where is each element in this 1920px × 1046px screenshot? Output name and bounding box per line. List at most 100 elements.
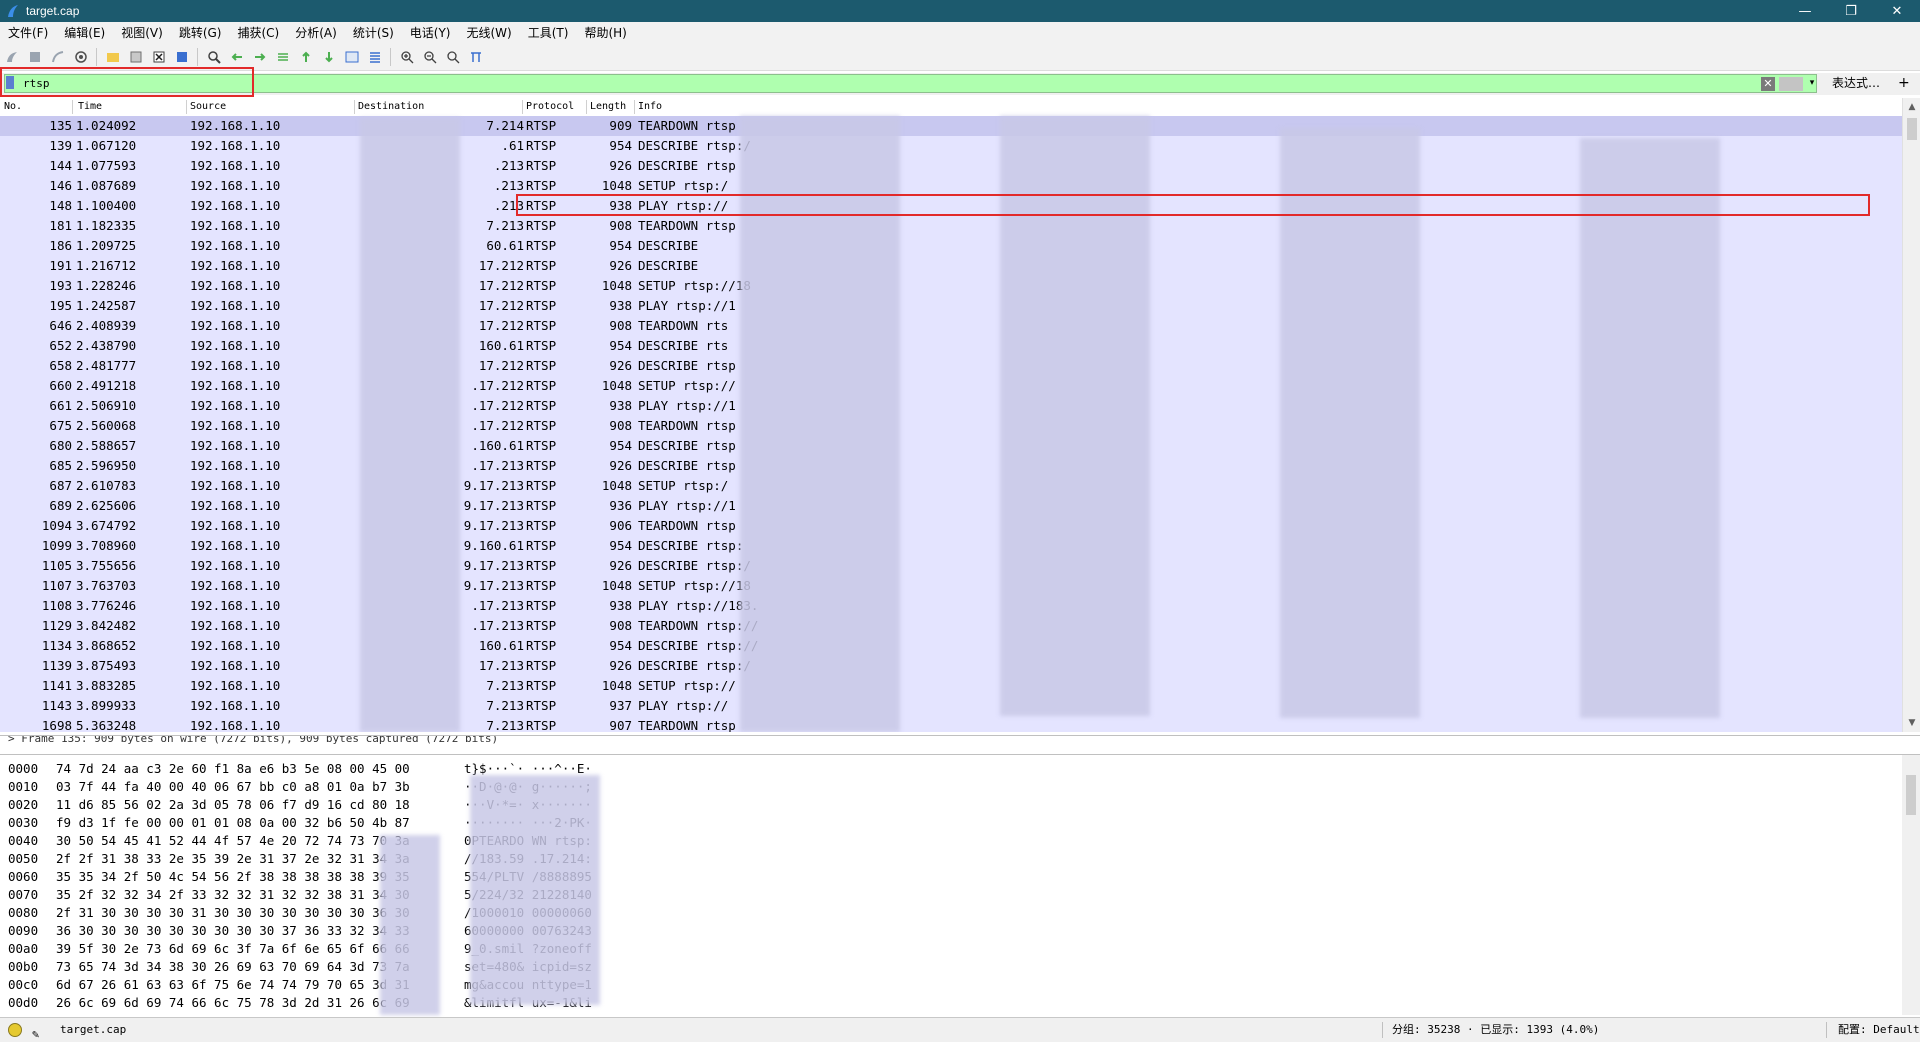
cell-length: 908 — [609, 218, 632, 233]
resize-columns-icon[interactable] — [465, 46, 487, 68]
cell-time: 3.899933 — [76, 698, 137, 713]
cell-info: PLAY rtsp://1 — [638, 298, 736, 313]
find-packet-icon[interactable] — [203, 46, 225, 68]
cell-no: 661 — [49, 398, 72, 413]
offset: 0060 — [8, 869, 39, 884]
col-header-info[interactable]: Info — [634, 98, 662, 116]
scroll-down-icon[interactable]: ▼ — [1903, 714, 1920, 732]
window-title: target.cap — [26, 4, 80, 18]
menu-help[interactable]: 帮助(H) — [576, 22, 634, 44]
cell-info: SETUP rtsp:// — [638, 378, 736, 393]
cell-source: 192.168.1.10 — [190, 658, 281, 673]
close-file-icon[interactable] — [148, 46, 170, 68]
cell-length: 908 — [609, 318, 632, 333]
capture-status-icon[interactable] — [8, 1023, 22, 1037]
go-first-icon[interactable] — [295, 46, 317, 68]
add-filter-button[interactable]: + — [1898, 74, 1910, 93]
column-divider[interactable] — [72, 100, 73, 114]
status-file-name: target.cap — [60, 1023, 127, 1036]
menu-view[interactable]: 视图(V) — [113, 22, 171, 44]
filter-expression-button[interactable]: 表达式… — [1832, 74, 1880, 93]
bytes-scrollbar[interactable] — [1902, 755, 1920, 1015]
close-button[interactable]: ✕ — [1874, 0, 1920, 22]
cell-length: 1048 — [601, 178, 632, 193]
col-header-time[interactable]: Time — [74, 98, 102, 116]
zoom-out-icon[interactable] — [419, 46, 441, 68]
status-bar: ✎ target.cap 分组: 35238 · 已显示: 1393 (4.0%… — [0, 1017, 1920, 1042]
cell-length: 954 — [609, 338, 632, 353]
menu-tools[interactable]: 工具(T) — [520, 22, 577, 44]
col-header-no[interactable]: No. — [0, 98, 22, 116]
cell-time: 2.610783 — [76, 478, 137, 493]
go-back-icon[interactable] — [226, 46, 248, 68]
cell-source: 192.168.1.10 — [190, 438, 281, 453]
cell-protocol: RTSP — [526, 578, 557, 593]
cell-no: 652 — [49, 338, 72, 353]
cell-source: 192.168.1.10 — [190, 178, 281, 193]
apply-filter-arrow-icon[interactable] — [1779, 77, 1803, 91]
edit-comment-icon[interactable]: ✎ — [32, 1022, 39, 1046]
reload-file-icon[interactable] — [171, 46, 193, 68]
menu-telephony[interactable]: 电话(Y) — [402, 22, 459, 44]
window-controls: — ❐ ✕ — [1782, 0, 1920, 22]
menu-statistics[interactable]: 统计(S) — [345, 22, 402, 44]
cell-length: 954 — [609, 538, 632, 553]
go-last-icon[interactable] — [318, 46, 340, 68]
cell-length: 1048 — [601, 478, 632, 493]
go-to-packet-icon[interactable] — [272, 46, 294, 68]
menu-edit[interactable]: 编辑(E) — [56, 22, 113, 44]
cell-no: 680 — [49, 438, 72, 453]
zoom-normal-icon[interactable] — [442, 46, 464, 68]
capture-options-icon[interactable] — [70, 46, 92, 68]
save-file-icon[interactable] — [125, 46, 147, 68]
minimize-button[interactable]: — — [1782, 0, 1828, 22]
menu-analyze[interactable]: 分析(A) — [287, 22, 345, 44]
display-filter-input[interactable]: rtsp — [4, 74, 1817, 93]
stop-capture-icon[interactable] — [24, 46, 46, 68]
cell-time: 2.596950 — [76, 458, 137, 473]
offset: 00a0 — [8, 941, 39, 956]
scroll-thumb[interactable] — [1907, 118, 1917, 140]
scroll-thumb[interactable] — [1906, 775, 1916, 815]
cell-info: DESCRIBE rtsp — [638, 438, 736, 453]
cell-time: 1.087689 — [76, 178, 137, 193]
autoscroll-icon[interactable] — [341, 46, 363, 68]
clear-filter-icon[interactable]: ✕ — [1761, 77, 1775, 91]
cell-length: 926 — [609, 358, 632, 373]
menu-go[interactable]: 跳转(G) — [171, 22, 230, 44]
start-capture-icon[interactable] — [1, 46, 23, 68]
hex-bytes: 35 2f 32 32 34 2f 33 32 32 31 32 32 38 3… — [56, 887, 410, 902]
col-header-source[interactable]: Source — [186, 98, 226, 116]
menu-file[interactable]: 文件(F) — [0, 22, 56, 44]
cell-source: 192.168.1.10 — [190, 638, 281, 653]
go-forward-icon[interactable] — [249, 46, 271, 68]
cell-source: 192.168.1.10 — [190, 478, 281, 493]
filter-history-chevron-down-icon[interactable]: ▾ — [1807, 76, 1817, 90]
cell-time: 5.363248 — [76, 718, 137, 732]
col-header-destination[interactable]: Destination — [354, 98, 424, 116]
frame-summary-line[interactable]: > Frame 135: 909 bytes on wire (7272 bit… — [8, 736, 498, 746]
menu-wireless[interactable]: 无线(W) — [459, 22, 520, 44]
cell-protocol: RTSP — [526, 538, 557, 553]
restart-capture-icon[interactable] — [47, 46, 69, 68]
status-profile[interactable]: 配置: Default — [1838, 1018, 1920, 1042]
status-divider — [1382, 1022, 1383, 1038]
cell-protocol: RTSP — [526, 158, 557, 173]
col-header-length[interactable]: Length — [586, 98, 626, 116]
menu-capture[interactable]: 捕获(C) — [229, 22, 287, 44]
redaction-blur — [470, 775, 600, 1005]
cell-length: 954 — [609, 138, 632, 153]
offset: 0020 — [8, 797, 39, 812]
cell-no: 144 — [49, 158, 72, 173]
restore-button[interactable]: ❐ — [1828, 0, 1874, 22]
cell-no: 186 — [49, 238, 72, 253]
zoom-in-icon[interactable] — [396, 46, 418, 68]
table-row[interactable]: 1698 5.363248 192.168.1.10 7.213 RTSP 907 TEAR… — [0, 716, 1902, 732]
scroll-up-icon[interactable]: ▲ — [1903, 98, 1920, 116]
colorize-icon[interactable] — [364, 46, 386, 68]
table-row[interactable]: 135 1.024092 192.168.1.10 7.214 RTSP 909 TEARD… — [0, 116, 1902, 136]
cell-info: TEARDOWN rtsp — [638, 118, 736, 133]
col-header-protocol[interactable]: Protocol — [522, 98, 574, 116]
packet-list-scrollbar[interactable]: ▲ ▼ — [1902, 98, 1920, 732]
open-file-icon[interactable] — [102, 46, 124, 68]
